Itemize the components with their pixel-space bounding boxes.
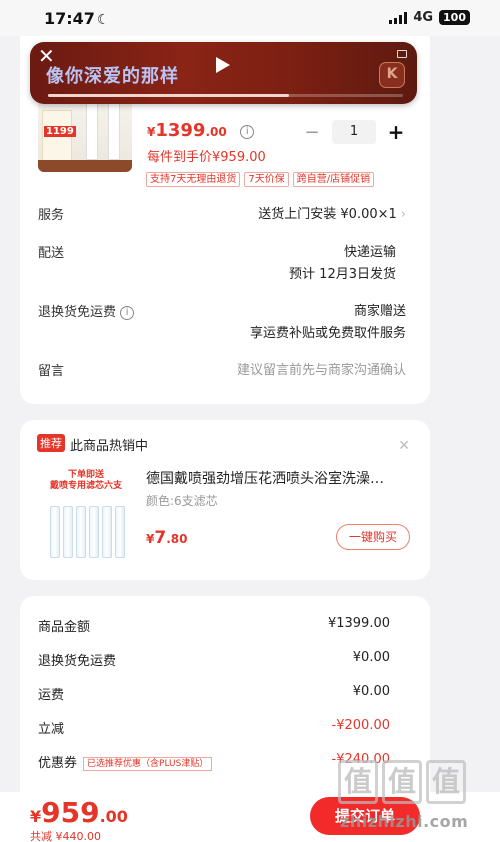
delivery-row: 配送 快递运输 预计 12月3日发货	[38, 242, 406, 288]
watermark-text: zhizhizhi.com	[340, 812, 469, 831]
return-fee-label: 退换货免运费	[38, 305, 117, 320]
goods-amount-row: 商品金额 ¥1399.00	[38, 616, 390, 635]
return-fee-row: 退换货免运费 i 商家赠送 享运费补贴或免费取件服务	[38, 301, 406, 347]
chevron-right-icon: ›	[400, 207, 406, 222]
floating-music-player[interactable]: ✕ 像你深爱的那样 K	[30, 42, 417, 104]
goods-amount-value: ¥1399.00	[327, 616, 390, 631]
expand-icon[interactable]	[397, 50, 407, 58]
recommend-product-price: ¥7.80	[146, 528, 188, 548]
recommend-title: 此商品热销中	[70, 439, 149, 454]
quantity-stepper: − 1 +	[302, 120, 406, 144]
service-value: 送货上门安装 ¥0.00×1 ›	[258, 207, 406, 222]
info-icon[interactable]: i	[240, 124, 255, 139]
one-click-buy-button[interactable]: 一键购买	[336, 524, 410, 550]
info-icon[interactable]: i	[120, 305, 135, 320]
recommend-product-image[interactable]: 下单即送 戴喷专用滤芯六支	[40, 468, 132, 564]
music-progress-bar[interactable]	[48, 94, 403, 97]
total-amount: ¥959.00	[30, 796, 128, 829]
total-saved: 共减 ¥440.00	[30, 830, 101, 842]
decrease-quantity-button[interactable]: −	[302, 122, 322, 143]
increase-quantity-button[interactable]: +	[386, 120, 406, 144]
product-tag: 跨自营/店铺促销	[292, 172, 375, 187]
product-image[interactable]: 1199	[38, 96, 132, 172]
discount-value: -¥200.00	[331, 718, 390, 733]
discount-row: 立减 -¥200.00	[38, 718, 390, 737]
recommendation-card: 推荐 此商品热销中 ✕ 下单即送 戴喷专用滤芯六支 德国戴喷强劲增压花洒喷头浴室洗…	[20, 420, 430, 580]
return-fee-provider: 商家赠送	[353, 304, 406, 319]
watermark-logo: 值值值	[338, 760, 466, 804]
product-tags: 支持7天无理由退货 7天价保 跨自营/店铺促销	[146, 172, 375, 187]
service-row[interactable]: 服务 送货上门安装 ¥0.00×1 ›	[38, 204, 406, 226]
final-price-label: 每件到手价¥959.00	[147, 150, 266, 165]
status-time: 17:47 ☾	[44, 9, 110, 28]
status-bar: 17:47 ☾ 4G 100	[0, 0, 500, 36]
message-row[interactable]: 留言 建议留言前先与商家沟通确认	[38, 360, 406, 382]
return-fee-total-row: 退换货免运费 ¥0.00	[38, 650, 390, 669]
product-image-price-tag: 1199	[44, 126, 76, 137]
network-type: 4G	[413, 10, 434, 25]
quantity-input[interactable]: 1	[332, 120, 376, 144]
recommend-badge: 推荐	[37, 434, 65, 452]
message-input[interactable]: 建议留言前先与商家沟通确认	[237, 360, 406, 382]
product-price: ¥1399.00 i	[147, 120, 255, 141]
song-title: 像你深爱的那样	[46, 66, 179, 87]
signal-icon	[389, 11, 408, 24]
watermark: 值值值 zhizhizhi.com	[330, 760, 500, 842]
delivery-method: 快递运输	[343, 245, 396, 260]
coupon-tag: 已选推荐优惠（含PLUS津贴）	[83, 756, 213, 771]
message-label: 留言	[38, 364, 65, 379]
music-progress-fill	[48, 94, 290, 97]
moon-icon: ☾	[96, 12, 110, 28]
service-label: 服务	[38, 208, 65, 223]
recommend-product-name[interactable]: 德国戴喷强劲增压花洒喷头浴室洗澡…	[146, 468, 408, 488]
product-tag: 支持7天无理由退货	[146, 172, 241, 187]
recommend-product-spec: 颜色:6支滤芯	[146, 494, 218, 508]
music-app-logo: K	[379, 62, 405, 88]
battery-icon: 100	[439, 10, 470, 25]
product-tag: 7天价保	[244, 172, 289, 187]
close-icon[interactable]: ✕	[398, 438, 410, 454]
return-fee-desc: 享运费补贴或免费取件服务	[249, 326, 406, 341]
delivery-label: 配送	[38, 246, 65, 261]
play-icon[interactable]	[216, 57, 230, 73]
shipping-row: 运费 ¥0.00	[38, 684, 390, 703]
delivery-date: 预计 12月3日发货	[289, 267, 396, 282]
